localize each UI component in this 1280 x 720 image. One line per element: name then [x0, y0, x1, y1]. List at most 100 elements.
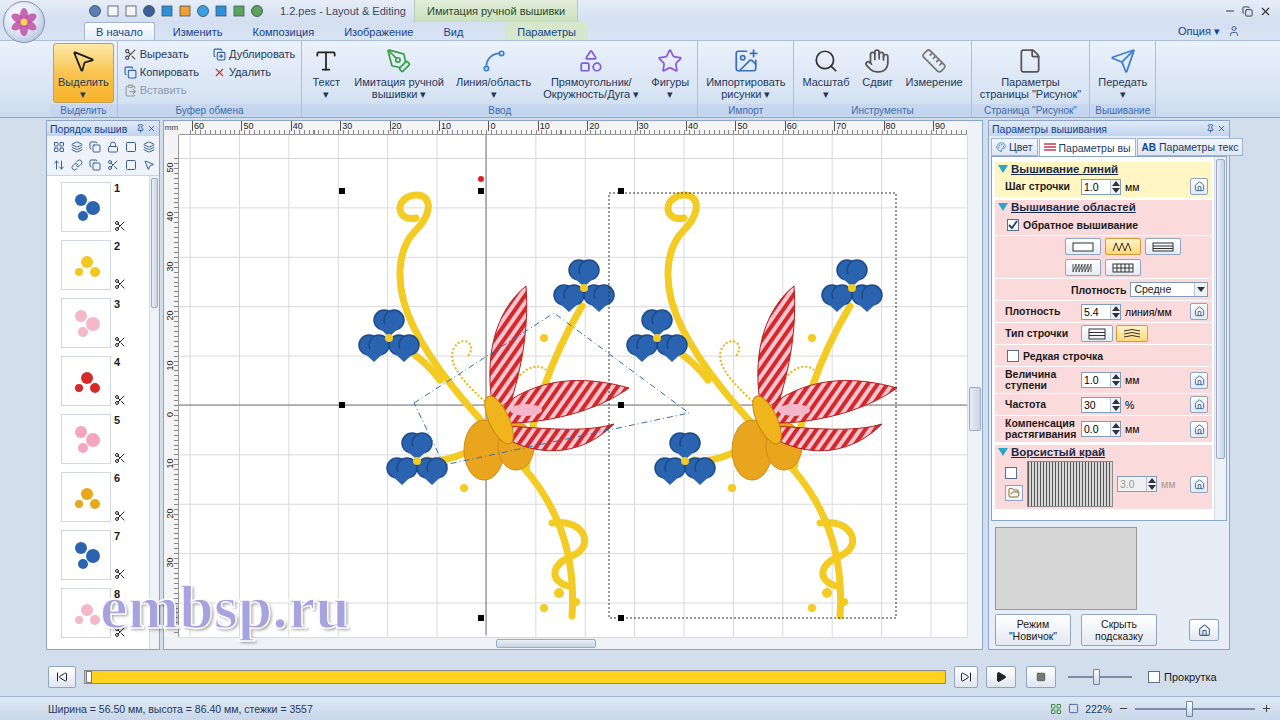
scrollbar-thumb[interactable] — [151, 178, 158, 308]
ribbon-button[interactable]: Текст▾ — [305, 43, 347, 103]
stitch-timeline[interactable] — [84, 670, 946, 684]
selection-handle[interactable] — [339, 188, 345, 194]
ribbon-button[interactable]: Измерение — [900, 43, 967, 91]
toolbar-button[interactable] — [87, 139, 102, 154]
options-menu[interactable]: Опция ▾ — [1178, 22, 1280, 40]
ribbon-tab[interactable]: Изменить — [161, 22, 235, 40]
ribbon-button[interactable]: Прямоугольник/Окружность/Дуга ▾ — [538, 43, 644, 103]
selection-handle[interactable] — [618, 615, 624, 621]
selection-handle[interactable] — [478, 188, 484, 194]
quick-access-icon[interactable] — [160, 4, 174, 18]
checkbox[interactable] — [1148, 671, 1160, 683]
panel-button[interactable]: Скрытьподсказку — [1081, 614, 1157, 646]
go-start-button[interactable] — [48, 666, 76, 688]
fill-type-button[interactable] — [1105, 259, 1141, 276]
zoom-slider[interactable] — [1135, 700, 1255, 718]
timeline-thumb[interactable] — [86, 671, 92, 683]
fill-type-button[interactable] — [1105, 238, 1141, 255]
toolbar-button[interactable] — [105, 157, 120, 172]
ribbon-button[interactable]: Параметрыстраницы "Рисунок" — [975, 43, 1087, 103]
checkbox[interactable] — [1005, 467, 1017, 479]
ribbon-button[interactable]: Сдвиг — [856, 43, 898, 91]
section-header[interactable]: Вышивание областей — [995, 198, 1212, 214]
reset-button[interactable] — [1190, 372, 1208, 389]
fill-type-button[interactable] — [1065, 238, 1101, 255]
slider-thumb[interactable] — [1093, 669, 1100, 685]
ribbon-tab[interactable]: Параметры — [505, 22, 588, 40]
sew-order-item[interactable]: 2 — [61, 240, 149, 290]
toolbar-button[interactable] — [87, 157, 102, 172]
pin-icon[interactable] — [1206, 124, 1215, 133]
quick-access-icon[interactable] — [88, 4, 102, 18]
selection-handle[interactable] — [618, 402, 624, 408]
spin-box[interactable]: 1.0 — [1081, 372, 1121, 388]
toolbar-button[interactable] — [141, 139, 156, 154]
param-tab[interactable]: Параметры вы — [1039, 138, 1136, 156]
ribbon-small-button[interactable]: Дублировать — [210, 45, 298, 63]
param-tab[interactable]: Цвет — [991, 138, 1038, 156]
app-menu-button[interactable] — [3, 1, 45, 43]
fit-icon[interactable] — [1068, 703, 1079, 714]
panel-button[interactable]: Режим"Новичок" — [995, 614, 1071, 646]
toolbar-button[interactable] — [123, 157, 138, 172]
param-tab[interactable]: ABПараметры текс — [1137, 138, 1244, 156]
canvas-vertical-scrollbar[interactable] — [967, 135, 982, 637]
stitch-type-button[interactable] — [1081, 325, 1113, 342]
ribbon-small-button[interactable]: Вставить — [121, 81, 202, 99]
spin-box[interactable]: 0.0 — [1081, 421, 1121, 437]
selection-handle[interactable] — [618, 188, 624, 194]
sew-order-item[interactable]: 6 — [61, 472, 149, 522]
toolbar-button[interactable] — [69, 139, 84, 154]
zoom-in-icon[interactable] — [1261, 703, 1272, 714]
restore-icon[interactable] — [1242, 6, 1253, 17]
scroll-option[interactable]: Прокрутка — [1148, 671, 1217, 683]
sew-order-item[interactable]: 4 — [61, 356, 149, 406]
grid-icon[interactable] — [1050, 703, 1062, 715]
section-header[interactable]: Вышивание линий — [995, 160, 1212, 176]
scrollbar-thumb[interactable] — [1216, 159, 1225, 459]
quick-access-icon[interactable] — [106, 4, 120, 18]
design-canvas[interactable] — [179, 135, 967, 637]
ribbon-button[interactable]: Линия/область▾ — [451, 43, 536, 103]
sew-order-item[interactable]: 1 — [61, 182, 149, 232]
collapse-triangle-icon[interactable] — [998, 448, 1008, 456]
check-row[interactable]: Обратное вышивание — [995, 214, 1212, 236]
toolbar-button[interactable] — [123, 139, 138, 154]
ribbon-small-button[interactable]: Копировать — [121, 63, 202, 81]
play-button[interactable] — [986, 666, 1016, 688]
collapse-triangle-icon[interactable] — [998, 203, 1008, 211]
ribbon-small-button[interactable]: Вырезать — [121, 45, 202, 63]
toolbar-button[interactable] — [51, 139, 66, 154]
ribbon-tab[interactable]: Композиция — [240, 22, 326, 40]
selection-handle[interactable] — [339, 402, 345, 408]
scrollbar-thumb[interactable] — [496, 639, 596, 648]
toolbar-button[interactable] — [105, 139, 120, 154]
ribbon-button[interactable]: Импортироватьрисунки ▾ — [701, 43, 790, 103]
zoom-out-icon[interactable] — [1118, 703, 1129, 714]
sew-order-item[interactable]: 7 — [61, 530, 149, 580]
minimize-icon[interactable] — [1224, 5, 1236, 17]
spin-box[interactable]: 5.4 — [1081, 304, 1121, 320]
reset-button[interactable] — [1190, 178, 1208, 195]
close-icon[interactable] — [147, 124, 156, 133]
go-end-button[interactable] — [954, 666, 978, 688]
reset-button[interactable] — [1190, 396, 1208, 413]
quick-access-icon[interactable] — [178, 4, 192, 18]
spin-box[interactable]: 1.0 — [1081, 179, 1121, 195]
rotate-handle[interactable] — [478, 176, 484, 182]
ribbon-tab[interactable]: Изображение — [332, 22, 425, 40]
quick-access-icon[interactable] — [196, 4, 210, 18]
toolbar-button[interactable] — [69, 157, 84, 172]
reset-button[interactable] — [1190, 421, 1208, 438]
ribbon-button[interactable]: Фигуры▾ — [646, 43, 694, 103]
embroidery-motif[interactable] — [627, 195, 897, 616]
ribbon-button[interactable]: Масштаб▾ — [797, 43, 854, 103]
toolbar-button[interactable] — [141, 157, 156, 172]
section-header[interactable]: Ворсистый край — [995, 443, 1212, 459]
checkbox[interactable] — [1007, 350, 1019, 362]
folder-button[interactable] — [1005, 485, 1023, 501]
reset-button[interactable] — [1190, 303, 1208, 320]
stitch-type-button[interactable] — [1116, 325, 1148, 342]
quick-access-icon[interactable] — [124, 4, 138, 18]
toolbar-button[interactable] — [51, 157, 66, 172]
